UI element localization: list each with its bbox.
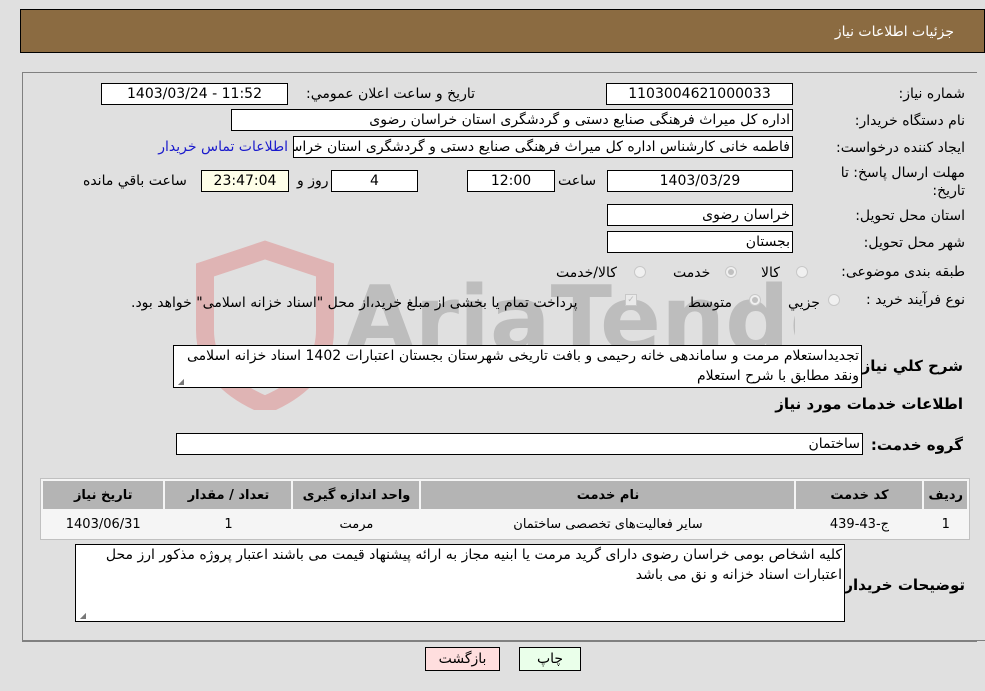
buyer-contact-link[interactable]: اطلاعات تماس خريدار — [158, 139, 288, 155]
description-textarea[interactable]: تجديداستعلام مرمت و ساماندهی خانه رحيمی … — [173, 345, 862, 388]
time-remaining-field: 23:47:04 — [201, 170, 289, 192]
purchase-radio-medium[interactable] — [749, 294, 761, 306]
description-label: شرح کلي نياز: — [855, 357, 963, 375]
cell-unit: مرمت — [293, 511, 420, 537]
category-option-goods-service: کالا/خدمت — [556, 265, 617, 281]
resize-grip-icon[interactable]: ◢ — [176, 378, 184, 386]
category-label: طبقه بندی موضوعی: — [841, 264, 965, 280]
deadline-label: مهلت ارسال پاسخ: تا تاريخ: — [840, 165, 965, 199]
col-service-name: نام خدمت — [421, 481, 795, 509]
treasury-checkbox[interactable]: ✓ — [625, 294, 637, 306]
deadline-time-label: ساعت — [558, 173, 597, 189]
cell-service-code: ج-43-439 — [796, 511, 923, 537]
col-unit: واحد اندازه گيری — [293, 481, 420, 509]
delivery-province-label: استان محل تحويل: — [855, 208, 965, 224]
cell-row-number: 1 — [924, 511, 967, 537]
buyer-notes-label: توضيحات خريدار: — [838, 576, 965, 594]
page-title: جزئیات اطلاعات نیاز — [834, 24, 954, 40]
delivery-city-label: شهر محل تحويل: — [863, 235, 965, 251]
col-quantity: تعداد / مقدار — [165, 481, 292, 509]
service-group-field: ساختمان — [176, 433, 863, 455]
deadline-time-field: 12:00 — [467, 170, 555, 192]
requester-label: ايجاد کننده درخواست: — [836, 140, 965, 156]
description-text: تجديداستعلام مرمت و ساماندهی خانه رحيمی … — [187, 348, 859, 384]
print-button[interactable]: چاپ — [519, 647, 581, 671]
services-section-title: اطلاعات خدمات مورد نياز — [775, 395, 963, 413]
service-group-label: گروه خدمت: — [870, 436, 963, 454]
announce-datetime-label: تاريخ و ساعت اعلان عمومي: — [306, 86, 475, 102]
time-remaining-label: ساعت باقي مانده — [83, 173, 187, 189]
panel-divider — [22, 640, 985, 641]
col-need-date: تاريخ نياز — [43, 481, 164, 509]
purchase-radio-minor[interactable] — [828, 294, 840, 306]
need-number-label: شماره نیاز: — [898, 86, 966, 102]
category-radio-service[interactable] — [725, 266, 737, 278]
need-number-field: 1103004621000033 — [606, 83, 793, 105]
purchase-option-medium: متوسط — [688, 295, 732, 311]
delivery-city-field: بجستان — [607, 231, 793, 253]
page-header: جزئیات اطلاعات نیاز — [20, 9, 985, 53]
category-option-service: خدمت — [673, 265, 711, 281]
buyer-org-label: نام دستگاه خريدار: — [854, 113, 965, 129]
buyer-notes-textarea[interactable]: کليه اشخاص بومی خراسان رضوی دارای گريد م… — [75, 544, 845, 622]
purchase-option-minor: جزيي — [788, 295, 820, 311]
requester-field: فاطمه خانی کارشناس اداره کل میراث فرهنگی… — [293, 136, 793, 158]
cell-need-date: 1403/06/31 — [43, 511, 164, 537]
category-radio-goods-service[interactable] — [634, 266, 646, 278]
cell-quantity: 1 — [165, 511, 292, 537]
category-radio-goods[interactable] — [796, 266, 808, 278]
announce-datetime-field: 1403/03/24 - 11:52 — [101, 83, 288, 105]
buyer-org-field: اداره کل میراث فرهنگی صنایع دستی و گردشگ… — [231, 109, 793, 131]
deadline-date-field: 1403/03/29 — [607, 170, 793, 192]
services-table: رديف کد خدمت نام خدمت واحد اندازه گيری ت… — [40, 478, 970, 540]
days-remaining-field: 4 — [331, 170, 418, 192]
purchase-type-label: نوع فرآيند خريد : — [866, 292, 965, 308]
category-option-goods: کالا — [761, 265, 780, 281]
table-row: 1 ج-43-439 ساير فعاليت‌های تخصصی ساختمان… — [43, 511, 967, 537]
delivery-province-field: خراسان رضوی — [607, 204, 793, 226]
resize-grip-icon[interactable]: ◢ — [78, 612, 86, 620]
buyer-notes-text: کليه اشخاص بومی خراسان رضوی دارای گريد م… — [105, 547, 842, 583]
table-header-row: رديف کد خدمت نام خدمت واحد اندازه گيری ت… — [43, 481, 967, 509]
days-label: روز و — [297, 173, 329, 189]
col-service-code: کد خدمت — [796, 481, 923, 509]
cell-service-name: ساير فعاليت‌های تخصصی ساختمان — [421, 511, 795, 537]
treasury-note: پرداخت تمام يا بخشی از مبلغ خريد،از محل … — [131, 295, 578, 311]
col-row-number: رديف — [924, 481, 967, 509]
back-button[interactable]: بازگشت — [425, 647, 500, 671]
